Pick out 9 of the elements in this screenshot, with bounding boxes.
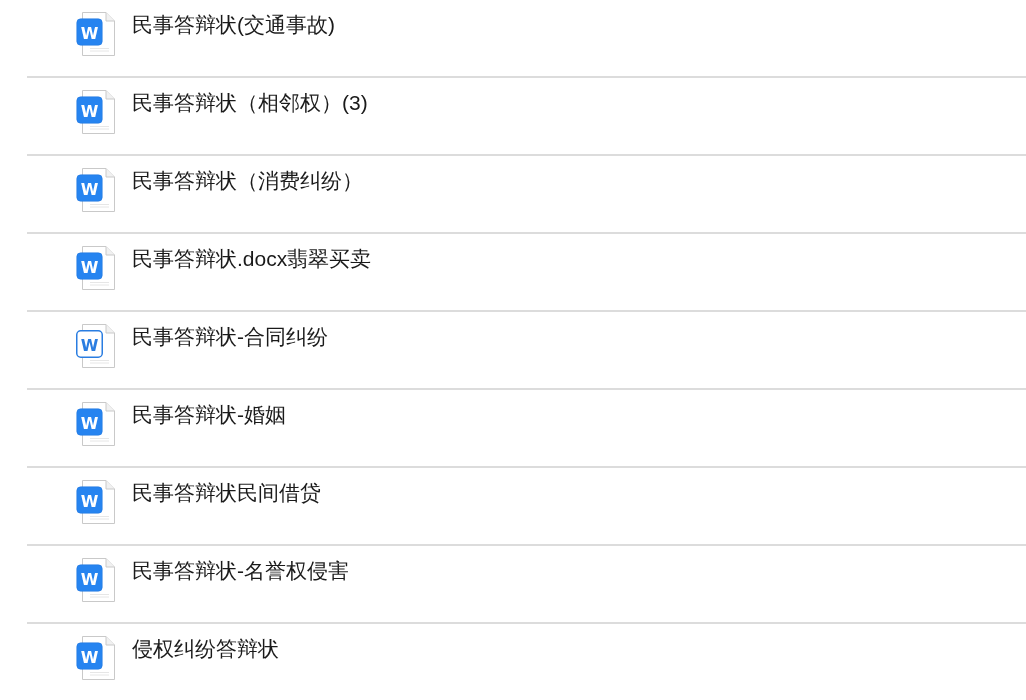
file-name: 民事答辩状（相邻权）(3) — [132, 90, 368, 116]
file-name: 民事答辩状.docx翡翠买卖 — [132, 246, 372, 272]
file-name: 民事答辩状-名誉权侵害 — [132, 558, 349, 584]
file-name: 民事答辩状(交通事故) — [132, 12, 335, 38]
file-name: 民事答辩状-合同纠纷 — [132, 324, 328, 350]
file-name: 民事答辩状-婚姻 — [132, 402, 286, 428]
file-name: 民事答辩状民间借贷 — [132, 480, 321, 506]
file-name: 民事答辩状（消费纠纷） — [132, 168, 363, 194]
file-name: 侵权纠纷答辩状 — [132, 636, 279, 662]
